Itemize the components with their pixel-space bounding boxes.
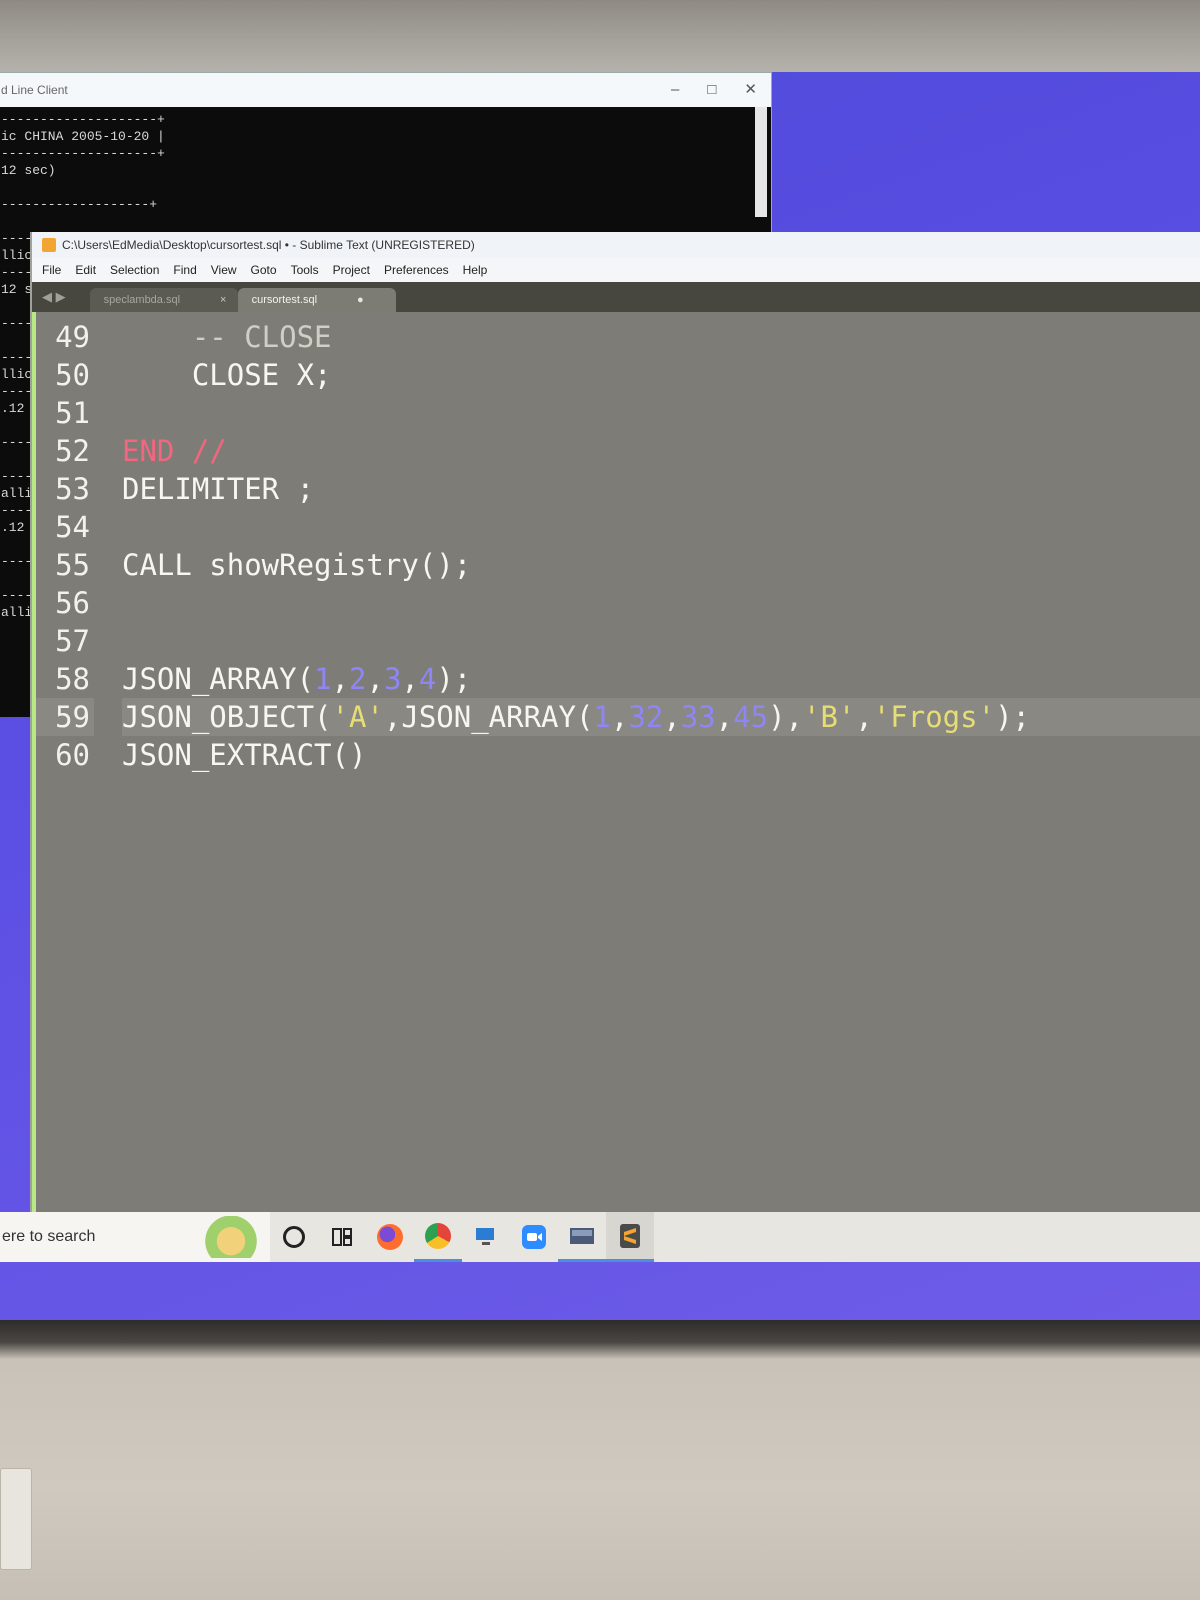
number-token: 4 [418, 662, 437, 696]
code-token: JSON_OBJECT( [122, 700, 332, 734]
line-number: 51 [55, 396, 90, 430]
string-token: 'B' [802, 700, 856, 734]
number-token: 2 [349, 662, 367, 696]
sublime-app-icon [42, 238, 56, 252]
code-token: ,JSON_ARRAY( [383, 700, 594, 734]
line-number: 53 [55, 472, 90, 506]
tab-cursortest[interactable]: cursortest.sql ● [237, 288, 396, 312]
taskbar: ere to search [0, 1212, 1200, 1262]
code-line-49: -- CLOSE [122, 320, 332, 354]
wall-outlet [0, 1468, 32, 1570]
menu-edit[interactable]: Edit [75, 263, 96, 277]
code-line-60: JSON_EXTRACT() [122, 738, 367, 772]
code-line-55: CALL showRegistry(); [122, 548, 472, 582]
cmd-output-line [1, 179, 771, 196]
cortana-icon[interactable] [270, 1212, 318, 1262]
tab-close-icon[interactable]: × [220, 294, 226, 306]
mysql-workbench-icon[interactable] [558, 1212, 606, 1262]
menu-selection[interactable]: Selection [110, 263, 159, 277]
search-placeholder: ere to search [2, 1228, 96, 1245]
window-title: C:\Users\EdMedia\Desktop\cursortest.sql … [62, 238, 475, 252]
menu-help[interactable]: Help [463, 263, 488, 277]
menu-file[interactable]: File [42, 263, 61, 277]
cmd-output-line: ic CHINA 2005-10-20 | [1, 129, 165, 144]
scrollbar[interactable] [755, 107, 767, 217]
maximize-icon[interactable]: □ [707, 73, 716, 107]
tab-label: speclambda.sql [103, 294, 181, 306]
task-view-icon[interactable] [318, 1212, 366, 1262]
code-line-58: JSON_ARRAY(1,2,3,4); [122, 662, 472, 696]
code-line-52: END // [122, 434, 227, 468]
unsaved-dot-icon: ● [357, 294, 364, 306]
line-number: 52 [55, 434, 90, 468]
close-icon[interactable]: ✕ [744, 73, 757, 107]
sublime-text-window: C:\Users\EdMedia\Desktop\cursortest.sql … [30, 232, 1200, 1242]
line-number-gutter: 49 50 51 52 53 54 55 56 57 58 59 60 [32, 312, 94, 1212]
code-token: ); [995, 700, 1030, 734]
line-number: 54 [55, 510, 90, 544]
string-token: 'Frogs' [872, 700, 996, 734]
title-bar: C:\Users\EdMedia\Desktop\cursortest.sql … [32, 232, 1200, 258]
code-editor[interactable]: 49 50 51 52 53 54 55 56 57 58 59 60 -- C… [32, 312, 1200, 1212]
tab-label: cursortest.sql [251, 294, 318, 306]
remote-desktop-icon[interactable] [462, 1212, 510, 1262]
number-token: 45 [733, 700, 769, 734]
line-number: 50 [55, 358, 90, 392]
cmd-output-line: -------------------+ [1, 197, 158, 212]
firefox-icon[interactable] [366, 1212, 414, 1262]
number-token: 33 [680, 700, 716, 734]
code-line-59: JSON_OBJECT('A',JSON_ARRAY(1,32,33,45),'… [122, 698, 1200, 736]
string-token: 'A' [331, 700, 384, 734]
search-box[interactable]: ere to search [0, 1212, 270, 1262]
code-token: JSON_ARRAY( [122, 662, 315, 696]
cmd-title-bar: d Line Client – □ ✕ [0, 73, 771, 107]
code-line-50: CLOSE X; [122, 358, 332, 392]
line-number: 49 [55, 320, 90, 354]
menu-bar: File Edit Selection Find View Goto Tools… [32, 258, 1200, 282]
cmd-title: d Line Client [1, 83, 68, 97]
line-number: 57 [55, 624, 90, 658]
line-number: 56 [55, 586, 90, 620]
search-highlight-art-icon [192, 1216, 270, 1258]
sublime-text-icon[interactable] [606, 1212, 654, 1262]
menu-view[interactable]: View [211, 263, 237, 277]
code-token: ); [436, 662, 472, 696]
cmd-output-line: --------------------+ [1, 112, 165, 127]
chrome-icon[interactable] [414, 1212, 462, 1262]
line-number: 55 [55, 548, 90, 582]
number-token: 1 [314, 662, 332, 696]
line-number-current: 59 [36, 698, 94, 736]
tab-bar: ◀ ▶ speclambda.sql × cursortest.sql ● [32, 282, 1200, 312]
menu-project[interactable]: Project [333, 263, 370, 277]
line-number: 60 [55, 738, 90, 772]
menu-find[interactable]: Find [173, 263, 196, 277]
zoom-icon[interactable] [510, 1212, 558, 1262]
code-area[interactable]: -- CLOSE CLOSE X; END // DELIMITER ; CAL… [94, 312, 1200, 1212]
menu-tools[interactable]: Tools [291, 263, 319, 277]
cmd-output-line [1, 213, 771, 230]
number-token: 1 [593, 700, 611, 734]
classroom-wall [0, 1320, 1200, 1600]
menu-preferences[interactable]: Preferences [384, 263, 449, 277]
code-token: ), [768, 700, 803, 734]
number-token: 32 [628, 700, 664, 734]
tab-speclambda[interactable]: speclambda.sql × [89, 288, 238, 312]
line-number: 58 [55, 662, 90, 696]
cmd-output-line: --------------------+ [1, 146, 165, 161]
menu-goto[interactable]: Goto [251, 263, 277, 277]
cmd-output-line: 12 sec) [1, 163, 56, 178]
tab-nav-arrows-icon[interactable]: ◀ ▶ [42, 289, 66, 305]
number-token: 3 [383, 662, 402, 696]
code-line-53: DELIMITER ; [122, 472, 315, 506]
minimize-icon[interactable]: – [671, 73, 679, 107]
